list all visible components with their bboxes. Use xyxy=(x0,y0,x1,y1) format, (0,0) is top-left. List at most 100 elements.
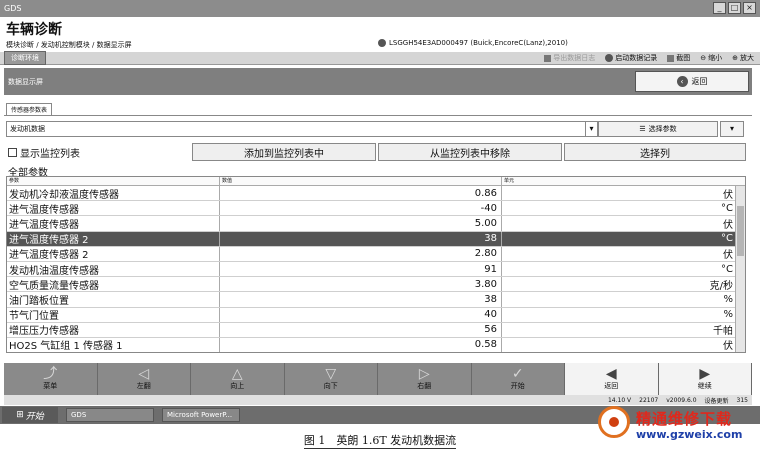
param-name-cell: HO2S 气缸组 1 传感器 1 xyxy=(7,337,220,352)
zoom-out-icon: ⊖ xyxy=(700,54,707,62)
param-unit-cell: % xyxy=(723,293,733,305)
taskbar-item-powerpoint[interactable]: Microsoft PowerP... xyxy=(162,408,240,422)
param-group-value: 发动机数据 xyxy=(10,125,45,133)
caption-text: 图 1 英朗 1.6T 发动机数据流 xyxy=(303,434,457,449)
minimize-button[interactable]: _ xyxy=(713,2,726,14)
toolbar-label: 菜单 xyxy=(43,382,58,390)
windows-logo-icon: ⊞ xyxy=(16,410,24,420)
param-name-cell: 发动机冷却液温度传感器 xyxy=(7,186,220,201)
back-label: 返回 xyxy=(691,77,708,86)
checkbox-icon[interactable] xyxy=(8,147,17,157)
table-row[interactable]: 增压压力传感器 56 千帕 xyxy=(7,322,745,338)
bottom-toolbar: ⤴ 菜单 ◁ 左翻 △ 向上 ▽ 向下 ▷ 右翻 ✓ 开始 ◀ 返回 ▶ 继续 xyxy=(4,363,752,395)
start-button[interactable]: ⊞ 开始 xyxy=(2,407,58,423)
zoom-out-label: 缩小 xyxy=(708,54,723,62)
param-name-cell: 增压压力传感器 xyxy=(7,322,220,337)
maximize-button[interactable]: □ xyxy=(728,2,741,14)
param-value-cell: 40 xyxy=(220,307,502,322)
col-value-header[interactable]: 数值 xyxy=(220,177,502,185)
toolbar-button-continue[interactable]: ▶ 继续 xyxy=(658,363,752,395)
toolbar-button-check[interactable]: ✓ 开始 xyxy=(472,363,565,395)
table-row[interactable]: 油门踏板位置 38% xyxy=(7,292,745,308)
toolbar-button-page-left[interactable]: ◁ 左翻 xyxy=(98,363,191,395)
tab-diagnostic-env[interactable]: 诊断环境 xyxy=(4,51,46,65)
page-left-icon: ◁ xyxy=(138,366,150,382)
watermark-title: 精通维修下载 xyxy=(636,410,733,428)
select-params-label: 选择参数 xyxy=(648,125,677,133)
param-group-select[interactable]: 发动机数据 ▾ xyxy=(6,121,598,137)
screenshot-button[interactable]: 截图 xyxy=(667,53,690,63)
menu-icon: ⤴ xyxy=(43,366,58,382)
taskbar-item-gds[interactable]: GDS xyxy=(66,408,154,422)
select-columns-button[interactable]: 选择列 xyxy=(564,143,746,161)
toolbar-button-up[interactable]: △ 向上 xyxy=(191,363,285,395)
table-row[interactable]: 进气温度传感器 2 38 °C xyxy=(7,231,745,247)
table-row[interactable]: 进气温度传感器 5.00 伏 xyxy=(7,216,745,232)
table-row[interactable]: 进气温度传感器 2 2.80 伏 xyxy=(7,246,745,262)
window-title: GDS xyxy=(4,4,22,13)
param-value-cell: 0.86 xyxy=(220,186,502,201)
back-icon: ‹ xyxy=(676,76,688,87)
table-scrollbar[interactable] xyxy=(735,186,745,352)
param-value-cell: 56 xyxy=(220,322,502,337)
param-name-cell: 进气温度传感器 xyxy=(7,201,220,216)
back-button[interactable]: ‹ 返回 xyxy=(635,71,749,92)
toolbar-button-back[interactable]: ◀ 返回 xyxy=(565,363,659,395)
param-unit-cell: 伏 xyxy=(723,250,733,261)
param-name-cell: 油门踏板位置 xyxy=(7,292,220,307)
table-row[interactable]: 空气质量流量传感器 3.80 克/秒 xyxy=(7,277,745,293)
record-button[interactable]: 启动数据记录 xyxy=(605,53,657,63)
remove-from-monitor-button[interactable]: 从监控列表中移除 xyxy=(378,143,562,161)
table-row[interactable]: 发动机油温度传感器 91 °C xyxy=(7,261,745,278)
param-name-cell: 进气温度传感器 xyxy=(7,216,220,231)
show-monitor-checkbox[interactable]: 显示监控列表 xyxy=(8,143,188,161)
add-to-monitor-button[interactable]: 添加到监控列表中 xyxy=(192,143,376,161)
select-params-dropdown[interactable]: ▾ xyxy=(720,121,744,137)
breadcrumb-bar: 模块诊断 / 发动机控制模块 / 数据显示屏 LSGGH54E3AD000497… xyxy=(0,39,760,51)
section-title: 数据显示屏 xyxy=(8,77,43,86)
zoom-out-button[interactable]: ⊖ 缩小 xyxy=(700,53,722,63)
status-code: 315 xyxy=(736,396,748,404)
toolbar-label: 开始 xyxy=(510,382,525,390)
tab-sensor-params[interactable]: 传感器参数表 xyxy=(6,103,53,115)
param-value-cell: 0.58 xyxy=(220,337,502,352)
export-icon xyxy=(544,54,552,62)
voltage-readout: 14.10 V xyxy=(607,396,632,404)
toolbar-label: 向下 xyxy=(323,382,338,390)
param-unit-cell: °C xyxy=(721,233,733,245)
back-icon: ◀ xyxy=(605,366,617,382)
chevron-down-icon[interactable]: ▾ xyxy=(585,122,597,136)
table-row[interactable]: 发动机冷却液温度传感器 0.86 伏 xyxy=(7,186,745,202)
camera-icon xyxy=(667,54,675,62)
col-param-header[interactable]: 参数 xyxy=(7,177,220,185)
divider xyxy=(4,115,752,116)
param-value-cell: -40 xyxy=(220,201,502,216)
table-body: 发动机冷却液温度传感器 0.86 伏进气温度传感器 -40 °C 进气温度传感器 5.00 伏… xyxy=(7,186,745,353)
toolbar-label: 向上 xyxy=(230,382,245,390)
table-row[interactable]: 进气温度传感器 -40 °C xyxy=(7,201,745,217)
vin-text: LSGGH54E3AD000497 (Buick,EncoreC(Lanz),2… xyxy=(389,39,568,47)
param-value-cell: 2.80 xyxy=(220,246,502,261)
export-log-button[interactable]: 导出数据日志 xyxy=(544,53,595,63)
param-value-cell: 38 xyxy=(220,231,502,246)
close-button[interactable]: × xyxy=(743,2,756,14)
param-unit-cell: 克/秒 xyxy=(709,280,733,292)
zoom-in-button[interactable]: ⊕ 放大 xyxy=(732,53,754,63)
toolbar-button-down[interactable]: ▽ 向下 xyxy=(285,363,378,395)
table-row[interactable]: HO2S 气缸组 1 传感器 1 0.58 伏 xyxy=(7,337,745,353)
param-value-cell: 38 xyxy=(220,292,502,307)
scrollbar-thumb[interactable] xyxy=(737,206,744,256)
table-row[interactable]: 节气门位置 40% xyxy=(7,307,745,323)
param-unit-cell: 伏 xyxy=(723,341,733,353)
toolbar-button-page-right[interactable]: ▷ 右翻 xyxy=(378,363,472,395)
figure-caption: 图 1 英朗 1.6T 发动机数据流 xyxy=(0,432,760,449)
screenshot-label: 截图 xyxy=(676,54,691,62)
software-version: v2009.6.0 xyxy=(666,396,697,404)
toolbar-label: 左翻 xyxy=(136,382,151,390)
toolbar-button-menu[interactable]: ⤴ 菜单 xyxy=(4,363,98,395)
app-title: 车辆诊断 xyxy=(6,22,62,38)
section-header: 数据显示屏 ‹ 返回 xyxy=(4,68,752,95)
col-unit-header[interactable]: 单元 xyxy=(502,177,735,185)
chevron-down-icon: ▾ xyxy=(729,124,734,133)
select-params-button[interactable]: ☰ 选择参数 xyxy=(598,121,718,137)
